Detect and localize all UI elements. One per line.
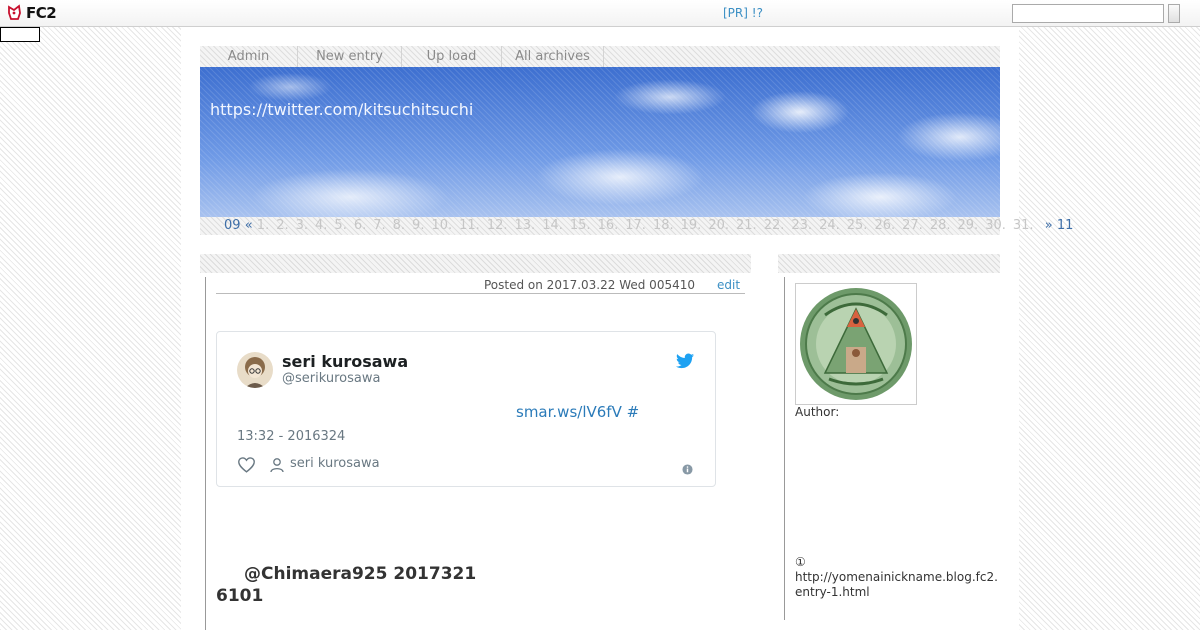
- nav-all-archives[interactable]: All archives: [502, 46, 604, 67]
- tweet-timestamp[interactable]: 13:32 - 2016324: [237, 429, 345, 444]
- calendar-day: 2.: [276, 218, 289, 233]
- post-mention-text: @Chimaera925 2017321 6101: [216, 564, 477, 606]
- fc2-fox-icon: [8, 4, 21, 20]
- meta-divider: [216, 293, 745, 294]
- calendar-day: 13.: [514, 218, 536, 233]
- calendar-prev-month[interactable]: 09: [224, 218, 241, 233]
- nav-admin[interactable]: Admin: [200, 46, 298, 67]
- calendar-day: 1.: [256, 218, 270, 233]
- note-url[interactable]: http://yomenainickname.blog.fc2.entry-1.…: [795, 570, 1000, 600]
- calendar-day: 7.: [373, 218, 386, 233]
- calendar-day: 18.: [652, 218, 674, 233]
- avatar-image: [237, 352, 273, 388]
- calendar-day: 9.: [412, 218, 425, 233]
- calendar-day: 24.: [819, 218, 840, 233]
- calendar-day: 21.: [736, 218, 757, 233]
- calendar-day: 8.: [392, 218, 406, 233]
- calendar-day: 16.: [597, 218, 619, 233]
- blog-banner: https://twitter.com/kitsuchitsuchi: [200, 67, 1000, 217]
- author-label: Author:: [795, 405, 840, 419]
- calendar-next-month[interactable]: 11: [1057, 218, 1074, 233]
- calendar-day: 19.: [680, 218, 702, 233]
- nav-upload[interactable]: Up load: [402, 46, 502, 67]
- calendar-day: 15.: [569, 218, 591, 233]
- fc2-search-input[interactable]: [1012, 4, 1164, 23]
- tweet-link[interactable]: smar.ws/lV6fV #: [516, 403, 639, 421]
- calendar-next-arrow[interactable]: »: [1045, 218, 1053, 233]
- calendar-day: 11.: [459, 218, 480, 233]
- edit-link[interactable]: edit: [717, 278, 740, 292]
- calendar-days: 1. 2. 3. 4. 5. 6. 7. 8. 9. 10. 11. 12. 13. 14. 15. 16. 1…: [257, 218, 1041, 233]
- blog-page: Admin New entry Up load All archives htt…: [181, 27, 1073, 630]
- fc2-search-button[interactable]: [1168, 4, 1180, 23]
- calendar-day: 14.: [542, 218, 563, 233]
- pr-link[interactable]: [PR] !?: [723, 6, 763, 20]
- post-date: Posted on 2017.03.22 Wed 005410: [484, 278, 695, 292]
- calendar-day: 25.: [846, 218, 868, 233]
- calendar-prev-arrow[interactable]: «: [245, 218, 253, 233]
- tweet-author-name[interactable]: seri kurosawa: [282, 352, 408, 371]
- sidebar-note: ① http://yomenainickname.blog.fc2.entry-…: [795, 555, 1005, 600]
- fc2-logo[interactable]: FC2: [6, 4, 57, 22]
- nav-new-entry[interactable]: New entry: [298, 46, 402, 67]
- tweet-author-link[interactable]: seri kurosawa: [290, 456, 380, 471]
- calendar-day: 5.: [334, 218, 347, 233]
- calendar-day: 10.: [431, 218, 453, 233]
- entry-title-bar: [200, 254, 751, 273]
- calendar-day: 29.: [957, 218, 979, 233]
- fc2-header-bar: FC2 [PR] !?: [0, 0, 1200, 27]
- calendar-day: 4.: [315, 218, 328, 233]
- calendar-day: 6.: [353, 218, 367, 233]
- entry-border: [205, 277, 206, 630]
- info-icon[interactable]: [682, 460, 693, 479]
- calendar-day: 28.: [929, 218, 951, 233]
- blog-nav: Admin New entry Up load All archives: [200, 46, 1000, 67]
- twitter-bird-icon[interactable]: [676, 353, 694, 373]
- calendar-day: 30.: [985, 218, 1006, 233]
- calendar-row: 09 « 1. 2. 3. 4. 5. 6. 7. 8. 9. 10. 11. 12. 13. 14. 15…: [224, 217, 1073, 235]
- heart-icon[interactable]: [237, 456, 256, 477]
- note-marker: ①: [795, 555, 806, 569]
- avatar[interactable]: [237, 352, 273, 388]
- fc2-logo-text: FC2: [26, 4, 57, 22]
- profile-image[interactable]: [795, 283, 917, 405]
- calendar-day: 12.: [486, 218, 508, 233]
- tweet-author-handle[interactable]: @serikurosawa: [282, 371, 380, 386]
- calendar-day: 27.: [902, 218, 923, 233]
- sidebar-title-bar: [778, 254, 1000, 273]
- person-icon[interactable]: [269, 457, 285, 477]
- calendar-day: 20.: [708, 218, 730, 233]
- embedded-tweet[interactable]: seri kurosawa @serikurosawa smar.ws/lV6f…: [216, 331, 716, 487]
- sidebar-border: [784, 277, 785, 620]
- blog-title-link[interactable]: https://twitter.com/kitsuchitsuchi: [210, 100, 473, 119]
- calendar-day: 26.: [874, 218, 896, 233]
- calendar-day: 23.: [791, 218, 813, 233]
- calendar-day: 22.: [763, 218, 785, 233]
- calendar-day: 17.: [625, 218, 646, 233]
- toolbar-box[interactable]: [0, 27, 40, 42]
- great-seal-image: [800, 288, 912, 400]
- calendar-day: 31.: [1012, 218, 1034, 233]
- calendar-bar: 09 « 1. 2. 3. 4. 5. 6. 7. 8. 9. 10. 11. 12. 13. 14. 15…: [200, 217, 1073, 235]
- calendar-day: 3.: [295, 218, 309, 233]
